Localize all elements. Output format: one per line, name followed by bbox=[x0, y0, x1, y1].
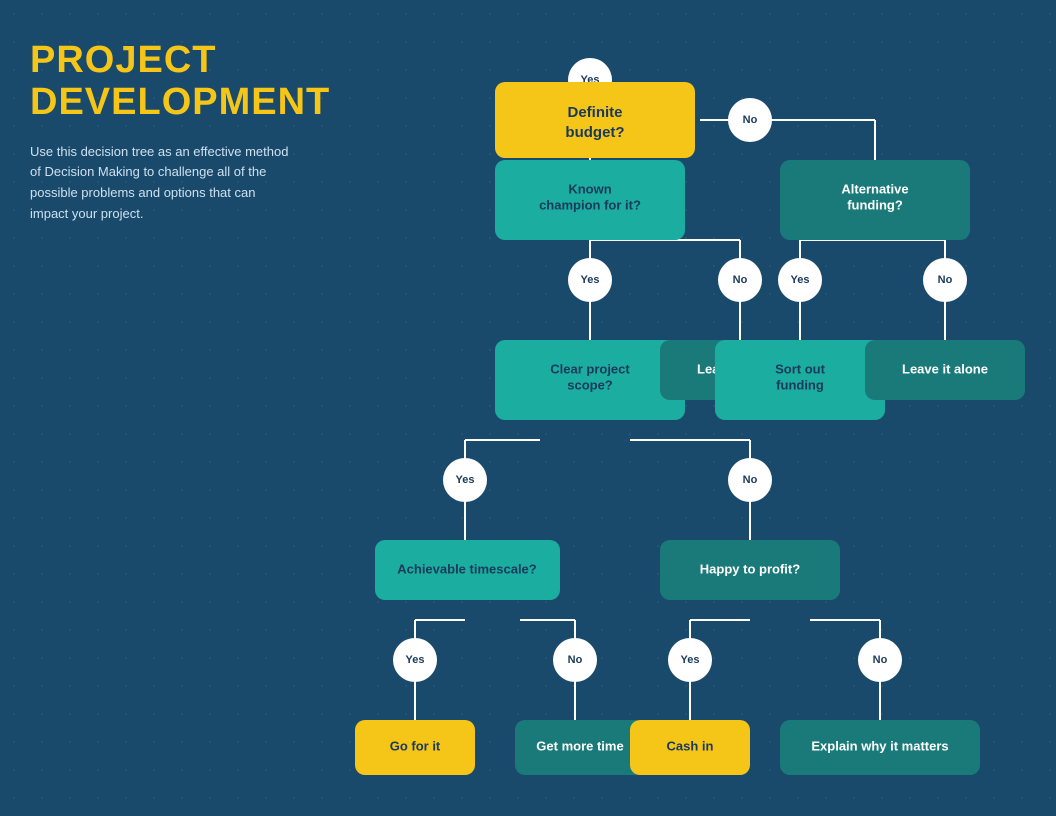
svg-text:scope?: scope? bbox=[567, 377, 613, 392]
title: PROJECT DEVELOPMENT bbox=[30, 40, 290, 124]
svg-text:Clear project: Clear project bbox=[550, 361, 630, 376]
yes-circle-timescale: Yes bbox=[406, 654, 425, 666]
svg-text:funding?: funding? bbox=[847, 197, 903, 212]
svg-text:budget?: budget? bbox=[565, 124, 624, 141]
svg-text:Leave it alone: Leave it alone bbox=[902, 361, 988, 376]
svg-text:Known: Known bbox=[568, 181, 611, 196]
yes-circle-scope: Yes bbox=[456, 474, 475, 486]
description: Use this decision tree as an effective m… bbox=[30, 142, 290, 225]
no-circle-budget: No bbox=[743, 114, 758, 126]
no-circle-profit: No bbox=[873, 654, 888, 666]
svg-text:Happy to profit?: Happy to profit? bbox=[700, 561, 800, 576]
svg-text:Definite: Definite bbox=[567, 104, 622, 121]
svg-text:Go for it: Go for it bbox=[390, 738, 441, 753]
no-circle-timescale: No bbox=[568, 654, 583, 666]
svg-text:Sort out: Sort out bbox=[775, 361, 825, 376]
svg-text:champion for it?: champion for it? bbox=[539, 197, 641, 212]
yes-circle-profit: Yes bbox=[681, 654, 700, 666]
svg-text:Cash in: Cash in bbox=[667, 738, 714, 753]
no-circle-champion: No bbox=[733, 274, 748, 286]
sidebar: PROJECT DEVELOPMENT Use this decision tr… bbox=[30, 40, 290, 225]
svg-text:funding: funding bbox=[776, 377, 824, 392]
no-circle-scope: No bbox=[743, 474, 758, 486]
svg-text:Achievable timescale?: Achievable timescale? bbox=[397, 561, 537, 576]
no-circle-alt: No bbox=[938, 274, 953, 286]
svg-text:Alternative: Alternative bbox=[841, 181, 908, 196]
svg-text:Explain why it matters: Explain why it matters bbox=[811, 738, 948, 753]
yes-circle-champion: Yes bbox=[581, 274, 600, 286]
svg-text:Get more time: Get more time bbox=[536, 738, 623, 753]
decision-tree-chart: Yes Definite budget? No Known champion f… bbox=[320, 20, 1040, 800]
yes-circle-alt: Yes bbox=[791, 274, 810, 286]
